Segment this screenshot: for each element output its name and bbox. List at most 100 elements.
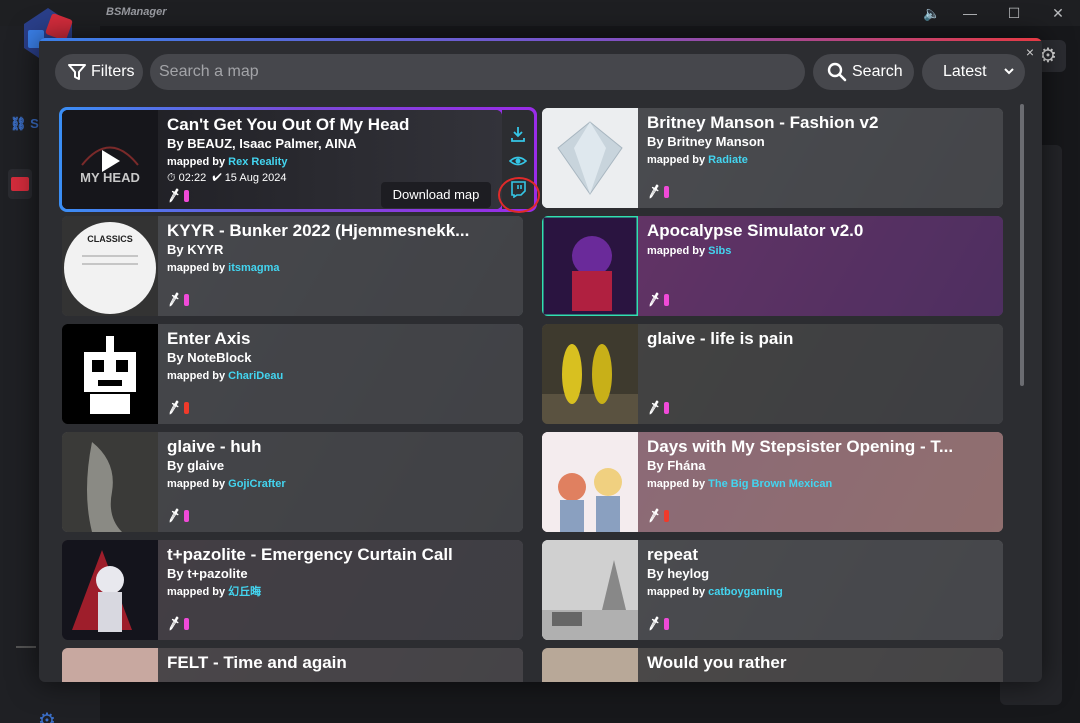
map-mapper: mapped by ChariDeau — [167, 369, 509, 383]
map-card[interactable]: Enter Axis By NoteBlock mapped by ChariD… — [62, 324, 523, 424]
mapped-by-label: mapped by — [167, 586, 226, 598]
map-title: Would you rather — [647, 653, 787, 672]
difficulty-row: 🗡 — [166, 292, 189, 308]
difficulty-pill — [183, 509, 189, 522]
saber-icon: 🗡 — [645, 616, 663, 632]
difficulty-pill — [183, 617, 189, 630]
map-title: glaive - life is pain — [647, 329, 794, 348]
map-search-modal: × Filters Search Latest — [39, 38, 1042, 682]
map-mapper: mapped by catboygaming — [647, 585, 989, 599]
check-icon: ✔ — [212, 172, 222, 184]
svg-text:CLASSICS: CLASSICS — [87, 234, 133, 244]
sidebar-divider — [16, 646, 36, 648]
mapper-link[interactable]: GojiCrafter — [228, 478, 285, 490]
map-duration: 02:22 — [178, 172, 207, 184]
mapper-link[interactable]: The Big Brown Mexican — [708, 478, 832, 490]
download-tooltip: Download map — [381, 182, 491, 208]
saber-icon: 🗡 — [645, 292, 663, 308]
mapped-by-label: mapped by — [167, 478, 226, 490]
difficulty-row: 🗡 — [166, 616, 189, 632]
search-button-label: Search — [852, 63, 903, 80]
search-input[interactable] — [150, 54, 805, 90]
mapper-link[interactable]: 幻丘晦 — [228, 586, 261, 598]
cover-art — [62, 432, 158, 532]
mapper-link[interactable]: Sibs — [708, 245, 731, 257]
map-cover — [542, 108, 638, 208]
map-cover — [542, 324, 638, 424]
mapped-by-label: mapped by — [167, 156, 226, 168]
minimize-button[interactable]: — — [948, 0, 992, 26]
map-cover — [542, 648, 638, 682]
sidebar-link[interactable]: ⛓ S — [10, 116, 39, 132]
map-cover: MY HEAD — [62, 110, 158, 209]
play-icon[interactable] — [102, 150, 120, 172]
saber-icon: 🗡 — [645, 400, 663, 416]
map-cover — [62, 324, 158, 424]
map-mapper: mapped by GojiCrafter — [167, 477, 509, 491]
map-card[interactable]: Britney Manson - Fashion v2 By Britney M… — [542, 108, 1003, 208]
cover-art — [542, 540, 638, 640]
map-card[interactable]: glaive - huh By glaive mapped by GojiCra… — [62, 432, 523, 532]
map-title: Enter Axis — [167, 329, 251, 348]
map-artist: By Britney Manson — [647, 134, 765, 149]
map-title: Britney Manson - Fashion v2 — [647, 113, 879, 132]
mapper-link[interactable]: ChariDeau — [228, 370, 283, 382]
map-card[interactable]: FELT - Time and again — [62, 648, 523, 682]
saber-icon: 🗡 — [645, 508, 663, 524]
download-icon[interactable] — [509, 125, 527, 143]
map-artist: By heylog — [647, 566, 710, 581]
map-mapper: mapped by 幻丘晦 — [167, 585, 509, 599]
mapper-link[interactable]: catboygaming — [708, 586, 783, 598]
cover-art — [542, 216, 638, 316]
difficulty-row: 🗡 — [645, 184, 669, 200]
map-cover — [62, 432, 158, 532]
difficulty-pill — [183, 401, 189, 414]
map-title: t+pazolite - Emergency Curtain Call — [167, 545, 453, 564]
sort-select[interactable]: Latest — [922, 54, 1025, 90]
window-close-button[interactable]: ✕ — [1036, 0, 1080, 26]
map-cover — [542, 540, 638, 640]
search-button[interactable]: Search — [813, 54, 914, 90]
difficulty-row: 🗡 — [645, 508, 669, 524]
map-artist: By t+pazolite — [167, 566, 248, 581]
mapped-by-label: mapped by — [167, 370, 226, 382]
search-toolbar: Filters Search Latest — [55, 54, 1025, 90]
mail-icon — [11, 177, 29, 191]
difficulty-row: 🗡 — [645, 616, 669, 632]
cover-art — [542, 324, 638, 424]
saber-icon: 🗡 — [645, 184, 663, 200]
scrollbar[interactable] — [1020, 104, 1024, 386]
sidebar-link-label: S — [30, 116, 39, 131]
map-card[interactable]: CLASSICS KYYR - Bunker 2022 (Hjemmesnekk… — [62, 216, 523, 316]
map-card[interactable]: glaive - life is pain 🗡 — [542, 324, 1003, 424]
modal-accent-line — [39, 38, 1042, 41]
map-card[interactable]: Would you rather — [542, 648, 1003, 682]
search-icon — [827, 62, 847, 82]
mapper-link[interactable]: Radiate — [708, 154, 748, 166]
filter-icon — [68, 64, 86, 80]
map-card[interactable]: t+pazolite - Emergency Curtain Call By t… — [62, 540, 523, 640]
chevron-down-icon — [1004, 68, 1014, 75]
difficulty-pill — [183, 293, 189, 306]
map-cover — [62, 540, 158, 640]
sidebar-mail-item[interactable] — [8, 169, 32, 199]
map-title: FELT - Time and again — [167, 653, 347, 672]
mapper-link[interactable]: itsmagma — [228, 262, 279, 274]
map-grid: MY HEAD Can't Get You Out Of My Head By … — [39, 103, 1019, 682]
map-card[interactable]: repeat By heylog mapped by catboygaming … — [542, 540, 1003, 640]
map-date: 15 Aug 2024 — [224, 172, 287, 184]
map-cover: CLASSICS — [62, 216, 158, 316]
map-card[interactable]: Apocalypse Simulator v2.0 mapped by Sibs… — [542, 216, 1003, 316]
mapper-link[interactable]: Rex Reality — [228, 156, 287, 168]
map-title: Apocalypse Simulator v2.0 — [647, 221, 864, 240]
mapped-by-label: mapped by — [647, 478, 706, 490]
map-cover — [62, 648, 158, 682]
map-artist: By glaive — [167, 458, 225, 473]
preview-eye-icon[interactable] — [508, 152, 528, 170]
mapped-by-label: mapped by — [647, 154, 706, 166]
map-title: glaive - huh — [167, 437, 262, 456]
filters-button[interactable]: Filters — [55, 54, 143, 90]
maximize-button[interactable]: ☐ — [992, 0, 1036, 26]
settings-gear-icon[interactable]: ⚙ — [38, 708, 56, 723]
map-card[interactable]: Days with My Stepsister Opening - T... B… — [542, 432, 1003, 532]
